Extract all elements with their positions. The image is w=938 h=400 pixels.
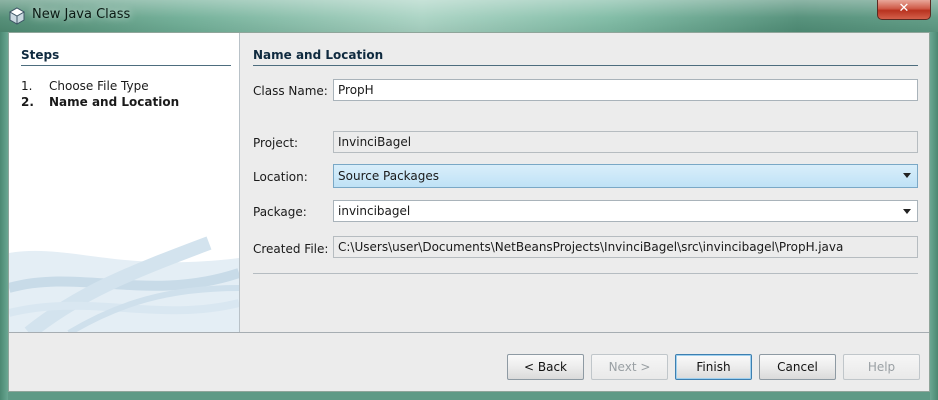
window-title: New Java Class [32,7,131,22]
window-frame-left [0,32,8,400]
window-titlebar[interactable]: New Java Class ✕ [0,0,938,32]
finish-button[interactable]: Finish [675,354,752,380]
location-label: Location: [253,170,308,184]
chevron-down-icon[interactable] [903,209,911,214]
help-button[interactable]: Help [843,354,920,380]
step-label: Choose File Type [49,79,149,93]
window-frame-right [930,32,938,400]
class-name-input[interactable]: PropH [333,79,918,101]
class-name-label: Class Name: [253,84,328,98]
package-value: invincibagel [338,204,411,218]
project-label: Project: [253,136,299,150]
step-name-and-location: 2. Name and Location [21,95,179,109]
step-number: 2. [21,95,34,109]
button-bar-divider [9,332,929,333]
created-file-field: C:\Users\user\Documents\NetBeansProjects… [333,236,918,258]
project-field: InvinciBagel [333,131,918,153]
cancel-button[interactable]: Cancel [759,354,836,380]
step-number: 1. [21,79,33,93]
java-class-cube-icon [8,7,26,25]
decorative-swoosh-art [9,236,239,332]
steps-panel: Steps 1. Choose File Type 2. Name and Loca… [9,33,240,332]
back-button[interactable]: < Back [507,354,584,380]
package-combobox[interactable]: invincibagel [333,200,918,222]
close-icon: ✕ [898,1,910,16]
next-button[interactable]: Next > [591,354,668,380]
created-file-label: Created File: [253,242,329,256]
dialog-body: Steps 1. Choose File Type 2. Name and Loca… [8,32,930,392]
close-button[interactable]: ✕ [877,0,931,20]
chevron-down-icon[interactable] [903,173,911,178]
step-choose-file-type: 1. Choose File Type [21,79,149,93]
steps-divider [21,65,231,66]
package-label: Package: [253,205,307,219]
panel-divider [253,65,918,66]
step-label: Name and Location [49,95,180,109]
location-dropdown[interactable]: Source Packages [333,164,918,188]
form-divider [253,273,918,274]
steps-heading: Steps [21,48,60,62]
location-value: Source Packages [338,169,440,183]
panel-heading: Name and Location [253,48,384,62]
